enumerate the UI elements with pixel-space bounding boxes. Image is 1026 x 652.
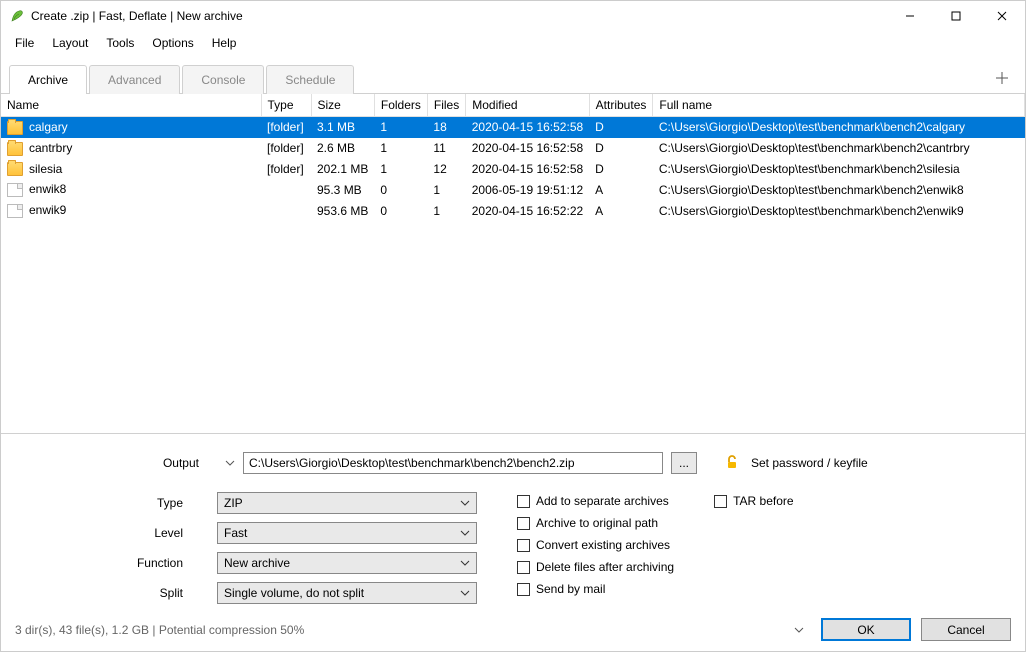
- check-label: Delete files after archiving: [536, 560, 674, 574]
- col-folders[interactable]: Folders: [374, 94, 427, 117]
- maximize-button[interactable]: [933, 1, 979, 31]
- output-label: Output: [21, 456, 217, 470]
- check-label: Add to separate archives: [536, 494, 669, 508]
- menu-file[interactable]: File: [7, 33, 42, 53]
- col-name[interactable]: Name: [1, 94, 261, 117]
- chevron-down-icon: [460, 528, 470, 538]
- password-label[interactable]: Set password / keyfile: [751, 456, 868, 470]
- table-row[interactable]: enwik895.3 MB012006-05-19 19:51:12AC:\Us…: [1, 179, 1025, 200]
- menu-layout[interactable]: Layout: [44, 33, 96, 53]
- tabstrip: ArchiveAdvancedConsoleSchedule: [1, 55, 1025, 94]
- chevron-down-icon[interactable]: [793, 624, 805, 636]
- col-type[interactable]: Type: [261, 94, 311, 117]
- folder-icon: [7, 121, 23, 135]
- table-row[interactable]: calgary[folder]3.1 MB1182020-04-15 16:52…: [1, 117, 1025, 138]
- file-icon: [7, 183, 23, 197]
- menu-options[interactable]: Options: [144, 33, 201, 53]
- table-row[interactable]: silesia[folder]202.1 MB1122020-04-15 16:…: [1, 159, 1025, 180]
- browse-button[interactable]: ...: [671, 452, 697, 474]
- chevron-down-icon: [460, 588, 470, 598]
- check-delete[interactable]: Delete files after archiving: [517, 560, 674, 574]
- col-files[interactable]: Files: [427, 94, 465, 117]
- chevron-down-icon: [460, 558, 470, 568]
- status-text: 3 dir(s), 43 file(s), 1.2 GB | Potential…: [15, 623, 783, 637]
- function-value: New archive: [224, 556, 290, 570]
- split-select[interactable]: Single volume, do not split: [217, 582, 477, 604]
- level-value: Fast: [224, 526, 247, 540]
- menubar: FileLayoutToolsOptionsHelp: [1, 31, 1025, 55]
- footer: 3 dir(s), 43 file(s), 1.2 GB | Potential…: [1, 612, 1025, 651]
- window-title: Create .zip | Fast, Deflate | New archiv…: [31, 9, 887, 23]
- split-value: Single volume, do not split: [224, 586, 364, 600]
- level-select[interactable]: Fast: [217, 522, 477, 544]
- tab-schedule[interactable]: Schedule: [266, 65, 354, 94]
- cancel-button[interactable]: Cancel: [921, 618, 1011, 641]
- lock-icon[interactable]: [725, 455, 739, 472]
- folder-icon: [7, 162, 23, 176]
- app-icon: [9, 8, 25, 24]
- folder-icon: [7, 142, 23, 156]
- add-tab-button[interactable]: [987, 63, 1017, 93]
- type-value: ZIP: [224, 496, 243, 510]
- menu-help[interactable]: Help: [204, 33, 245, 53]
- file-list[interactable]: NameTypeSizeFoldersFilesModifiedAttribut…: [1, 94, 1025, 433]
- table-row[interactable]: cantrbry[folder]2.6 MB1112020-04-15 16:5…: [1, 138, 1025, 159]
- check-original[interactable]: Archive to original path: [517, 516, 674, 530]
- check-mail[interactable]: Send by mail: [517, 582, 674, 596]
- options-panel: Output ... Set password / keyfile Type ZI…: [1, 433, 1025, 612]
- tab-console[interactable]: Console: [182, 65, 264, 94]
- window: Create .zip | Fast, Deflate | New archiv…: [0, 0, 1026, 652]
- col-attributes[interactable]: Attributes: [589, 94, 653, 117]
- file-icon: [7, 204, 23, 218]
- check-separate[interactable]: Add to separate archives: [517, 494, 674, 508]
- titlebar: Create .zip | Fast, Deflate | New archiv…: [1, 1, 1025, 31]
- chevron-down-icon[interactable]: [225, 458, 235, 468]
- type-select[interactable]: ZIP: [217, 492, 477, 514]
- level-label: Level: [21, 526, 217, 540]
- menu-tools[interactable]: Tools: [98, 33, 142, 53]
- function-label: Function: [21, 556, 217, 570]
- col-size[interactable]: Size: [311, 94, 374, 117]
- check-label: Archive to original path: [536, 516, 658, 530]
- col-full-name[interactable]: Full name: [653, 94, 1025, 117]
- check-label: Send by mail: [536, 582, 605, 596]
- function-select[interactable]: New archive: [217, 552, 477, 574]
- check-label: TAR before: [733, 494, 793, 508]
- check-tar-before[interactable]: TAR before: [714, 494, 793, 508]
- type-label: Type: [21, 496, 217, 510]
- close-button[interactable]: [979, 1, 1025, 31]
- chevron-down-icon: [460, 498, 470, 508]
- check-label: Convert existing archives: [536, 538, 670, 552]
- minimize-button[interactable]: [887, 1, 933, 31]
- check-convert[interactable]: Convert existing archives: [517, 538, 674, 552]
- output-path-input[interactable]: [243, 452, 663, 474]
- col-modified[interactable]: Modified: [466, 94, 589, 117]
- split-label: Split: [21, 586, 217, 600]
- tab-archive[interactable]: Archive: [9, 65, 87, 94]
- ok-button[interactable]: OK: [821, 618, 911, 641]
- tab-advanced[interactable]: Advanced: [89, 65, 180, 94]
- table-row[interactable]: enwik9953.6 MB012020-04-15 16:52:22AC:\U…: [1, 200, 1025, 221]
